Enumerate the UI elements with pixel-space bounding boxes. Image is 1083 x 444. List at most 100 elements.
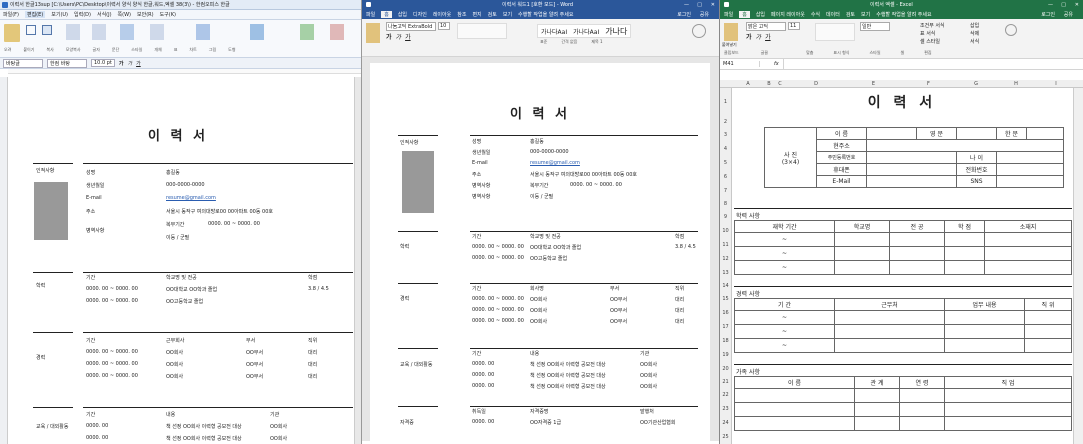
word-tab-references[interactable]: 참조 xyxy=(457,11,466,18)
row-header[interactable]: 11 xyxy=(720,238,731,252)
excel-formula-input[interactable] xyxy=(782,58,1083,70)
col-header-a[interactable]: A xyxy=(732,81,764,87)
row-header[interactable]: 19 xyxy=(720,348,731,362)
word-tab-review[interactable]: 검토 xyxy=(488,11,497,18)
copy-icon[interactable] xyxy=(26,25,36,35)
word-tab-mailings[interactable]: 편지 xyxy=(472,11,481,18)
word-save-icon[interactable] xyxy=(366,2,371,7)
row-header[interactable]: 12 xyxy=(720,252,731,266)
word-close-icon[interactable]: ✕ xyxy=(711,2,715,8)
hwp-menu-insert[interactable]: 입력(D) xyxy=(74,11,91,18)
shape-icon[interactable] xyxy=(330,24,344,40)
word-minimize-icon[interactable]: — xyxy=(684,2,689,8)
table-icon[interactable] xyxy=(196,24,210,40)
col-header-d[interactable]: D xyxy=(786,81,846,87)
row-header[interactable]: 20 xyxy=(720,362,731,376)
cut-icon[interactable] xyxy=(42,25,52,35)
word-style-normal[interactable]: 가나다AaI xyxy=(541,27,567,36)
chart-icon[interactable] xyxy=(250,24,264,40)
excel-minimize-icon[interactable]: — xyxy=(1048,2,1053,8)
excel-tab-view[interactable]: 보기 xyxy=(861,11,870,18)
word-tell-me[interactable]: 수행할 작업을 알려 주세요 xyxy=(518,11,573,18)
hwp-font-select[interactable]: 한컴 바탕 xyxy=(47,58,87,68)
word-bold-icon[interactable]: 가 xyxy=(386,32,392,41)
word-tab-file[interactable]: 파일 xyxy=(366,11,375,18)
col-header-i[interactable]: I xyxy=(1036,81,1076,87)
hwp-menu-file[interactable]: 파일(F) xyxy=(3,11,19,18)
word-find-icon[interactable] xyxy=(692,24,706,38)
excel-share-button[interactable]: 공유 xyxy=(1064,11,1073,18)
excel-delete-cell[interactable]: 삭제 xyxy=(970,30,979,37)
excel-tab-home[interactable]: 홈 xyxy=(739,10,750,18)
excel-tab-formulas[interactable]: 수식 xyxy=(811,11,820,18)
row-header[interactable]: 7 xyxy=(720,184,731,198)
word-tab-design[interactable]: 디자인 xyxy=(413,11,427,18)
object-icon[interactable] xyxy=(150,24,164,40)
excel-tab-data[interactable]: 데이터 xyxy=(826,11,840,18)
hwp-size-select[interactable]: 10.0 pt xyxy=(91,59,115,67)
excel-insert-cell[interactable]: 삽입 xyxy=(970,22,979,29)
hwp-menu-security[interactable]: 보안(R) xyxy=(137,11,154,18)
excel-table-format[interactable]: 표 서식 xyxy=(920,30,935,37)
word-share-button[interactable]: 공유 xyxy=(700,11,709,18)
row-header[interactable]: 25 xyxy=(720,430,731,444)
word-style-nospacing[interactable]: 가나다AaI xyxy=(573,27,599,36)
excel-font-select[interactable]: 맑은 고딕 xyxy=(746,22,786,31)
underline-icon[interactable]: 가 xyxy=(136,60,141,67)
excel-maximize-icon[interactable]: □ xyxy=(1061,2,1066,8)
excel-fx-icon[interactable]: fx xyxy=(774,61,779,67)
row-header[interactable]: 23 xyxy=(720,402,731,416)
row-header[interactable]: 16 xyxy=(720,306,731,320)
row-header[interactable]: 6 xyxy=(720,170,731,184)
row-header[interactable]: 5 xyxy=(720,156,731,170)
word-tab-home[interactable]: 홈 xyxy=(381,10,392,18)
picture-icon[interactable] xyxy=(300,24,314,40)
word-paste-icon[interactable] xyxy=(366,23,380,43)
font-icon[interactable] xyxy=(66,24,80,40)
excel-italic-icon[interactable]: 가 xyxy=(756,32,762,41)
excel-scrollbar[interactable] xyxy=(1073,88,1083,444)
col-header-b[interactable]: B xyxy=(764,81,774,87)
word-italic-icon[interactable]: 가 xyxy=(396,32,402,41)
hwp-scrollbar[interactable] xyxy=(354,77,361,444)
word-maximize-icon[interactable]: □ xyxy=(697,2,702,8)
excel-paste-icon[interactable] xyxy=(724,23,738,41)
row-header[interactable]: 1 xyxy=(720,88,731,116)
excel-conditional-format[interactable]: 조건부 서식 xyxy=(920,22,945,29)
excel-tab-insert[interactable]: 삽입 xyxy=(756,11,765,18)
hwp-menu-format[interactable]: 서식(J) xyxy=(97,11,112,18)
col-header-g[interactable]: G xyxy=(956,81,996,87)
paste-icon[interactable] xyxy=(4,24,20,42)
row-header[interactable]: 17 xyxy=(720,320,731,334)
word-tab-insert[interactable]: 삽입 xyxy=(398,11,407,18)
excel-save-icon[interactable] xyxy=(724,2,729,7)
row-header[interactable]: 21 xyxy=(720,376,731,388)
row-header[interactable]: 14 xyxy=(720,280,731,292)
col-header-e[interactable]: E xyxy=(846,81,901,87)
excel-sheet[interactable]: A B C D E F G H I 1 2 3 4 5 6 7 8 9 10 1… xyxy=(720,80,1083,444)
paragraph-icon[interactable] xyxy=(92,24,106,40)
excel-tab-pagelayout[interactable]: 페이지 레이아웃 xyxy=(771,11,805,18)
word-tab-view[interactable]: 보기 xyxy=(503,11,512,18)
excel-tab-file[interactable]: 파일 xyxy=(724,11,733,18)
word-underline-icon[interactable]: 가 xyxy=(405,32,411,41)
hwp-menu-tools[interactable]: 도구(K) xyxy=(160,11,176,18)
excel-login[interactable]: 로그인 xyxy=(1041,11,1055,18)
word-paragraph-group[interactable] xyxy=(457,23,507,39)
excel-align-group[interactable] xyxy=(815,23,855,41)
hwp-menu-page[interactable]: 쪽(W) xyxy=(118,11,131,18)
hwp-style-select[interactable]: 바탕글 xyxy=(3,58,43,68)
word-size-select[interactable]: 10 xyxy=(438,22,450,30)
excel-tab-review[interactable]: 검토 xyxy=(846,11,855,18)
hwp-menu-view[interactable]: 보기(U) xyxy=(51,11,68,18)
hwp-menu-edit[interactable]: 편집(E) xyxy=(24,11,46,18)
word-font-select[interactable]: 나눔고딕 ExtraBold xyxy=(386,22,436,31)
col-header-f[interactable]: F xyxy=(901,81,956,87)
row-header[interactable]: 2 xyxy=(720,116,731,128)
row-header[interactable]: 10 xyxy=(720,224,731,238)
word-login[interactable]: 로그인 xyxy=(677,11,691,18)
row-header[interactable]: 24 xyxy=(720,416,731,430)
excel-cell-style[interactable]: 셀 스타일 xyxy=(920,38,940,45)
row-header[interactable]: 8 xyxy=(720,198,731,210)
excel-bold-icon[interactable]: 가 xyxy=(746,32,752,41)
